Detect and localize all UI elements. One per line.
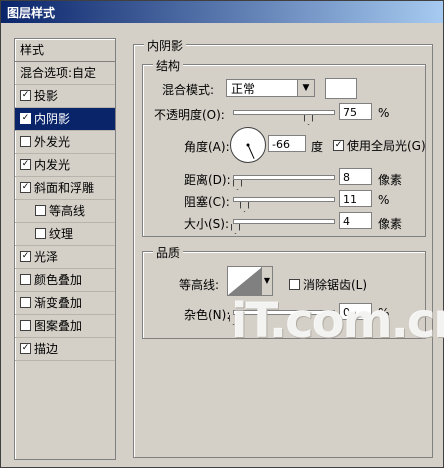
- style-item[interactable]: ✓ 内发光: [15, 154, 115, 177]
- style-checkbox[interactable]: ✓: [20, 90, 31, 101]
- blend-mode-dropdown[interactable]: 正常 ▼: [226, 79, 315, 97]
- style-item-label: 颜色叠加: [34, 273, 83, 287]
- structure-title: 结构: [153, 57, 184, 74]
- opacity-input[interactable]: 75: [339, 103, 372, 120]
- global-light-label: 使用全局光(G): [347, 139, 426, 153]
- style-checkbox[interactable]: ✓: [20, 343, 31, 354]
- angle-label: 角度(A):: [184, 140, 230, 154]
- title-bar[interactable]: 图层样式: [1, 1, 443, 23]
- distance-unit: 像素: [378, 173, 403, 187]
- style-item-label: 光泽: [34, 250, 59, 264]
- blend-mode-value: 正常: [231, 82, 256, 96]
- shadow-color-swatch[interactable]: [325, 78, 357, 99]
- opacity-label: 不透明度(O):: [154, 108, 225, 122]
- style-item-label: 渐变叠加: [34, 296, 83, 310]
- angle-needle-icon: [246, 143, 255, 159]
- style-item[interactable]: 纹理: [15, 223, 115, 246]
- style-item[interactable]: ✓ 斜面和浮雕: [15, 177, 115, 200]
- chevron-down-icon: ▼: [297, 80, 314, 96]
- choke-slider[interactable]: [233, 197, 335, 202]
- anti-alias-checkbox-row[interactable]: 消除锯齿(L): [289, 276, 367, 293]
- styles-header[interactable]: 样式: [15, 39, 115, 62]
- styles-list: 样式 混合选项:自定 ✓ 投影 ✓ 内阴影 外发光 ✓ 内发光 ✓ 斜面和浮雕 等高线 纹理 ✓ 光泽颜…: [14, 38, 116, 460]
- style-item-label: 内发光: [34, 158, 71, 172]
- style-item-label: 投影: [34, 89, 59, 103]
- style-item-label: 等高线: [49, 204, 86, 218]
- anti-alias-checkbox[interactable]: [289, 279, 300, 290]
- opacity-slider[interactable]: [233, 110, 335, 115]
- style-item[interactable]: ✓ 描边: [15, 338, 115, 361]
- global-light-checkbox[interactable]: ✓: [333, 140, 344, 151]
- style-item-label: 外发光: [34, 135, 71, 149]
- anti-alias-label: 消除锯齿(L): [303, 278, 368, 292]
- style-checkbox[interactable]: [20, 274, 31, 285]
- size-slider-thumb[interactable]: [231, 224, 240, 234]
- style-checkbox[interactable]: ✓: [20, 159, 31, 170]
- quality-title: 品质: [153, 244, 184, 261]
- choke-unit: %: [378, 193, 390, 207]
- style-item-label: 纹理: [49, 227, 74, 241]
- blend-options-item[interactable]: 混合选项:自定: [15, 62, 115, 85]
- style-item[interactable]: ✓ 内阴影: [15, 108, 115, 131]
- contour-preview-icon: [228, 267, 262, 295]
- style-item-label: 图案叠加: [34, 319, 83, 333]
- style-item[interactable]: 等高线: [15, 200, 115, 223]
- contour-label: 等高线:: [179, 278, 220, 292]
- style-checkbox[interactable]: ✓: [20, 113, 31, 124]
- contour-dropdown-button[interactable]: ▼: [261, 266, 273, 296]
- inner-shadow-title: 内阴影: [144, 37, 187, 54]
- distance-input[interactable]: 8: [339, 168, 372, 185]
- global-light-checkbox-row[interactable]: ✓ 使用全局光(G): [333, 137, 426, 154]
- structure-group: 结构 混合模式: 正常 ▼ 不透明度(O): 75 % 角度(A): -66 度: [142, 57, 426, 237]
- style-item[interactable]: 图案叠加: [15, 315, 115, 338]
- opacity-slider-thumb[interactable]: [304, 115, 313, 125]
- size-label: 大小(S):: [184, 217, 230, 231]
- style-checkbox[interactable]: ✓: [20, 182, 31, 193]
- style-checkbox[interactable]: [20, 136, 31, 147]
- style-checkbox[interactable]: [20, 320, 31, 331]
- style-item[interactable]: ✓ 光泽: [15, 246, 115, 269]
- distance-slider[interactable]: [233, 175, 335, 180]
- angle-unit: 度: [311, 140, 324, 154]
- style-item[interactable]: 颜色叠加: [15, 269, 115, 292]
- size-unit: 像素: [378, 217, 403, 231]
- distance-label: 距离(D):: [184, 173, 231, 187]
- opacity-unit: %: [378, 106, 390, 120]
- size-slider[interactable]: [233, 219, 335, 224]
- window-title: 图层样式: [7, 6, 56, 20]
- style-checkbox[interactable]: ✓: [20, 251, 31, 262]
- distance-slider-thumb[interactable]: [233, 180, 242, 190]
- watermark-logo: iT.com.cn: [231, 293, 444, 349]
- contour-picker[interactable]: [227, 266, 263, 296]
- angle-dial[interactable]: [230, 127, 266, 163]
- style-checkbox[interactable]: [20, 297, 31, 308]
- style-item-label: 描边: [34, 342, 59, 356]
- layer-style-dialog: 图层样式 样式 混合选项:自定 ✓ 投影 ✓ 内阴影 外发光 ✓ 内发光 ✓ 斜面和浮雕 等高线纹…: [0, 0, 444, 468]
- choke-slider-thumb[interactable]: [240, 202, 249, 212]
- choke-label: 阻塞(C):: [184, 195, 230, 209]
- blend-mode-label: 混合模式:: [162, 83, 215, 97]
- noise-label: 杂色(N):: [184, 308, 231, 322]
- inner-shadow-group: 内阴影 结构 混合模式: 正常 ▼ 不透明度(O): 75 % 角度(A): -…: [133, 37, 433, 458]
- style-item-label: 斜面和浮雕: [34, 181, 95, 195]
- size-input[interactable]: 4: [339, 212, 372, 229]
- style-item[interactable]: ✓ 投影: [15, 85, 115, 108]
- choke-input[interactable]: 11: [339, 190, 372, 207]
- style-item[interactable]: 渐变叠加: [15, 292, 115, 315]
- style-item[interactable]: 外发光: [15, 131, 115, 154]
- angle-input[interactable]: -66: [268, 135, 306, 152]
- style-checkbox[interactable]: [35, 228, 46, 239]
- style-item-label: 内阴影: [34, 112, 71, 126]
- style-checkbox[interactable]: [35, 205, 46, 216]
